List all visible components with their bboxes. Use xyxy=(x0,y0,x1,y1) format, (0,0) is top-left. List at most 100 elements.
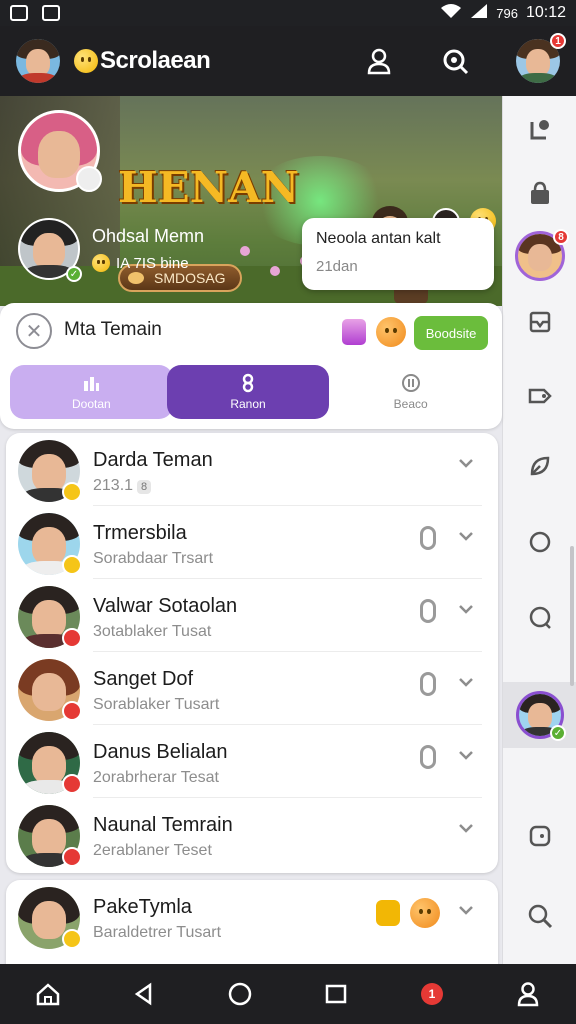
inbox-icon[interactable] xyxy=(503,292,576,352)
tag-icon[interactable] xyxy=(503,366,576,426)
companion-icon xyxy=(76,166,102,192)
clock: 10:12 xyxy=(525,4,566,21)
circle-icon[interactable] xyxy=(503,512,576,572)
chevron-down-icon[interactable] xyxy=(454,524,478,548)
search-settings-icon[interactable] xyxy=(440,46,470,76)
home-icon[interactable] xyxy=(30,976,66,1012)
chevron-down-icon[interactable] xyxy=(454,451,478,475)
close-icon[interactable]: ✕ xyxy=(16,313,52,349)
list-item[interactable]: Darda Teman 213.1 8 xyxy=(6,433,498,506)
microphone-icon[interactable] xyxy=(420,526,436,550)
contact-subtitle: 2erablaner Teset xyxy=(93,842,212,859)
comment-icon[interactable] xyxy=(503,806,576,866)
status-indicator xyxy=(62,555,82,575)
photo-icon xyxy=(42,5,60,21)
microphone-icon[interactable] xyxy=(420,599,436,623)
avatar xyxy=(18,887,82,949)
notification-badge: 1 xyxy=(421,983,443,1005)
chevron-down-icon[interactable] xyxy=(454,816,478,840)
wifi-icon xyxy=(440,3,462,24)
contact-subtitle: Sorabdaar Trsart xyxy=(93,550,214,567)
confirm-button[interactable]: Boodsite xyxy=(414,316,488,350)
avatar xyxy=(18,805,82,867)
status-indicator xyxy=(62,929,82,949)
contact-subtitle: Baraldetrer Tusart xyxy=(93,924,222,941)
pause-icon xyxy=(401,374,420,392)
shop-bag-icon[interactable] xyxy=(503,164,576,224)
app-title: Scrolaean xyxy=(100,47,211,74)
avatar xyxy=(18,440,82,502)
panel-title: Mta Temain xyxy=(64,319,162,340)
gift-icon[interactable] xyxy=(342,319,366,345)
friend-name: Ohdsal Memn xyxy=(92,226,205,246)
sidebar-active-avatar[interactable]: ✓ xyxy=(503,682,576,748)
contact-list-secondary: PakeTymla Baraldetrer Tusart xyxy=(6,880,498,970)
chevron-down-icon[interactable] xyxy=(454,743,478,767)
scrollbar[interactable] xyxy=(570,546,574,686)
hero-title: HENAN xyxy=(118,163,300,212)
contact-subtitle: 213.1 8 xyxy=(93,477,152,495)
contact-name: Naunal Temrain xyxy=(93,814,233,836)
avatar-badge: 8 xyxy=(553,229,569,245)
list-item[interactable]: Sanget Dof Sorablaker Tusart xyxy=(6,652,498,725)
chevron-down-icon[interactable] xyxy=(454,597,478,621)
user-avatar[interactable] xyxy=(16,39,60,83)
signal-icon xyxy=(470,3,488,24)
featured-avatar[interactable] xyxy=(18,110,102,192)
chevron-down-icon[interactable] xyxy=(454,898,478,922)
bar-chart-icon xyxy=(84,377,100,391)
list-item[interactable]: Danus Belialan 2orabrherar Tesat xyxy=(6,725,498,798)
status-indicator xyxy=(62,774,82,794)
contact-subtitle: 3otablaker Tusat xyxy=(93,623,212,640)
right-sidebar: 8 ✓ xyxy=(502,96,576,964)
list-item[interactable]: Trmersbila Sorabdaar Trsart xyxy=(6,506,498,579)
microphone-icon[interactable] xyxy=(420,672,436,696)
smile-emoji-icon[interactable] xyxy=(410,898,440,928)
list-item[interactable]: Valwar Sotaolan 3otablaker Tusat xyxy=(6,579,498,652)
user-tag-icon[interactable] xyxy=(503,100,576,160)
tab-second[interactable]: Ranon xyxy=(166,365,330,419)
screenshot-icon xyxy=(10,5,28,21)
notification-badge: 1 xyxy=(550,33,566,49)
chat-icon[interactable] xyxy=(503,588,576,648)
contact-name: Darda Teman xyxy=(93,449,213,471)
bottom-nav: 1 xyxy=(0,964,576,1024)
tab-third[interactable]: Beaco xyxy=(329,365,492,419)
bubble-subtitle: 21dan xyxy=(316,258,358,275)
status-indicator xyxy=(62,847,82,867)
group-icon xyxy=(242,373,254,393)
back-icon[interactable] xyxy=(126,976,162,1012)
leaf-icon[interactable] xyxy=(503,436,576,496)
profile-avatar-button[interactable]: 1 xyxy=(516,33,566,83)
hero-banner[interactable]: HENAN SMDOSAG ✓ Ohdsal Memn IA 7IS bine … xyxy=(0,96,502,306)
chevron-down-icon[interactable] xyxy=(454,670,478,694)
friends-panel: ✕ Mta Temain Boodsite Dootan Ranon Beaco xyxy=(0,303,502,429)
friend-avatar[interactable]: ✓ xyxy=(18,218,82,282)
search-icon[interactable] xyxy=(503,886,576,946)
tab-first[interactable]: Dootan xyxy=(10,365,173,419)
sidebar-avatar[interactable]: 8 xyxy=(503,226,576,286)
message-bubble[interactable]: Neoola antan kalt 21dan xyxy=(302,218,494,290)
contact-name: PakeTymla xyxy=(93,896,192,918)
notifications-icon[interactable]: 1 xyxy=(414,976,450,1012)
flower-decoration xyxy=(270,266,280,276)
panel-tabs: Dootan Ranon Beaco xyxy=(10,365,492,419)
online-check-icon: ✓ xyxy=(550,725,566,741)
profile-nav-icon[interactable] xyxy=(510,976,546,1012)
gift-icon[interactable] xyxy=(376,900,400,926)
status-indicator xyxy=(62,482,82,502)
tab-label: Ranon xyxy=(230,397,266,411)
contact-subtitle: Sorablaker Tusart xyxy=(93,696,220,713)
list-item[interactable]: Naunal Temrain 2erablaner Teset xyxy=(6,798,498,871)
home-circle-icon[interactable] xyxy=(222,976,258,1012)
avatar xyxy=(18,586,82,648)
tab-label: Dootan xyxy=(71,397,111,411)
recent-apps-icon[interactable] xyxy=(318,976,354,1012)
app-bar: Scrolaean 1 xyxy=(0,26,576,96)
profile-icon[interactable] xyxy=(364,46,394,76)
smile-emoji-icon[interactable] xyxy=(376,317,406,347)
flower-decoration xyxy=(240,246,250,256)
avatar xyxy=(18,513,82,575)
list-item[interactable]: PakeTymla Baraldetrer Tusart xyxy=(6,880,498,953)
microphone-icon[interactable] xyxy=(420,745,436,769)
